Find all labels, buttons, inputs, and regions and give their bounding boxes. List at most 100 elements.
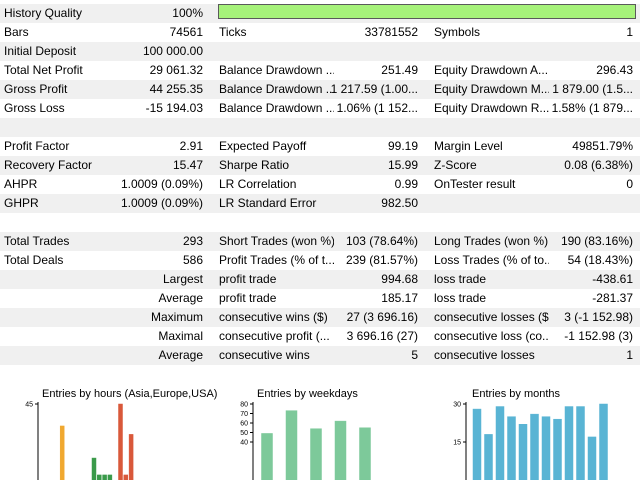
metric-value: Maximum — [150, 310, 203, 324]
chart-bar — [599, 403, 608, 480]
report-row — [0, 213, 640, 232]
metric-value: 982.50 — [381, 196, 418, 210]
metric-value: 1.0009 (0.09%) — [120, 177, 203, 191]
metric-value: 296.43 — [596, 63, 633, 77]
chart-plot: 45 — [25, 402, 134, 480]
chart-bar — [334, 420, 347, 480]
metric-value: Largest — [162, 272, 203, 286]
chart-bar — [310, 428, 322, 480]
chart-bar — [359, 427, 371, 480]
metric-value: 33781552 — [364, 25, 418, 39]
report-row: Maximal consecutive profit (... 3 696.16 (… — [0, 327, 640, 346]
metric-value: 15.47 — [172, 158, 203, 172]
report-row: Gross Loss -15 194.03 Balance Drawdown ...… — [0, 99, 640, 118]
y-tick-label: 50 — [240, 430, 248, 437]
chart-bar — [128, 434, 134, 480]
y-tick-label: 45 — [25, 402, 33, 409]
report-row: Bars 74561 Ticks 33781552 Symbols 1 — [0, 23, 640, 42]
report-row: Largest profit trade 994.68 loss trade -438.… — [0, 270, 640, 289]
y-tick-label: 30 — [453, 402, 461, 409]
chart-bar — [285, 410, 298, 480]
metric-value: -15 194.03 — [145, 101, 203, 115]
chart-bar — [541, 416, 551, 480]
metric-value: 1.0009 (0.09%) — [120, 196, 203, 210]
metric-value: Maximal — [158, 329, 203, 343]
history-quality-bar — [218, 4, 636, 19]
chart-bar — [107, 474, 113, 480]
metric-value: 1.58% (1 879... — [551, 101, 633, 115]
chart-bar — [261, 433, 273, 480]
metric-value: Average — [158, 348, 203, 362]
chart-plot: 80 70 60 50 40 — [240, 402, 371, 480]
metric-value: 251.49 — [381, 63, 418, 77]
chart-bar — [518, 424, 528, 480]
metric-value: 3 696.16 (27) — [346, 329, 418, 343]
metric-value: 1 217.59 (1.00... — [330, 82, 418, 96]
metric-value: 5 — [411, 348, 418, 362]
metric-value: 1 879.00 (1.5... — [552, 82, 633, 96]
metric-value: 99.19 — [387, 139, 418, 153]
metric-value: 27 (3 696.16) — [346, 310, 418, 324]
chart-entries-by-hours: Entries by hours (Asia,Europe,USA) 45 — [0, 384, 217, 480]
metric-value: -1 152.98 (3) — [564, 329, 633, 343]
metric-value: 44 255.35 — [149, 82, 203, 96]
chart-bar — [472, 408, 482, 480]
y-tick-label: 70 — [240, 411, 248, 418]
metric-value: 1 — [626, 348, 633, 362]
y-tick-label: 80 — [240, 402, 248, 409]
metric-value: 29 061.32 — [149, 63, 203, 77]
metric-value: 74561 — [169, 25, 203, 39]
metric-value: 2.91 — [179, 139, 203, 153]
report-row: GHPR 1.0009 (0.09%) LR Standard Error 982.5… — [0, 194, 640, 213]
y-tick-label: 15 — [453, 440, 461, 447]
report-row: Total Net Profit 29 061.32 Balance Drawdow… — [0, 61, 640, 80]
chart-bar — [118, 403, 123, 480]
metric-value: 1 — [626, 25, 633, 39]
chart-bar — [59, 425, 65, 480]
chart-bar — [102, 474, 107, 480]
metric-value: -281.37 — [592, 291, 633, 305]
chart-bar — [576, 406, 585, 480]
report-row: Total Trades 293 Short Trades (won %) 103 (… — [0, 232, 640, 251]
metric-value: 0.99 — [394, 177, 418, 191]
metric-value: 3 (-1 152.98) — [564, 310, 633, 324]
chart-bar — [91, 457, 97, 480]
metric-value: 994.68 — [381, 272, 418, 286]
metric-value: 0 — [626, 177, 633, 191]
metric-value: Average — [158, 291, 203, 305]
metric-value: -438.61 — [592, 272, 633, 286]
metric-value: 293 — [182, 234, 203, 248]
metric-value: 0.08 (6.38%) — [564, 158, 633, 172]
chart-bar — [530, 413, 539, 480]
y-tick-label: 60 — [240, 421, 248, 428]
report-row — [0, 118, 640, 137]
metric-value: 586 — [182, 253, 203, 267]
metric-value: 100% — [172, 6, 203, 20]
metric-value: 190 (83.16%) — [560, 234, 633, 248]
chart-bar — [587, 436, 597, 480]
chart-bar — [97, 474, 102, 480]
y-tick-label: 40 — [240, 440, 248, 447]
metric-value: 185.17 — [381, 291, 418, 305]
chart-bar — [507, 416, 516, 480]
chart-plot: 30 15 — [453, 402, 608, 480]
metric-value: 1.06% (1 152... — [336, 101, 418, 115]
report-row: Average consecutive wins 5 consecutive loss… — [0, 346, 640, 365]
chart-entries-by-months: Entries by months 30 15 — [426, 384, 640, 480]
report-row: AHPR 1.0009 (0.09%) LR Correlation 0.99 OnTe… — [0, 175, 640, 194]
report-row: Total Deals 586 Profit Trades (% of t... 23… — [0, 251, 640, 270]
metric-value: 239 (81.57%) — [345, 253, 418, 267]
chart-bar — [123, 474, 129, 480]
metric-value: 15.99 — [387, 158, 418, 172]
metric-value: 49851.79% — [572, 139, 633, 153]
chart-bar — [553, 418, 562, 480]
report-row: Gross Profit 44 255.35 Balance Drawdown ..… — [0, 80, 640, 99]
chart-bar — [495, 406, 505, 480]
chart-entries-by-weekdays: Entries by weekdays 80 70 60 50 40 — [213, 384, 426, 480]
report-row: Maximum consecutive wins ($) 27 (3 696.16)… — [0, 308, 640, 327]
metric-value: 100 000.00 — [142, 44, 203, 58]
chart-bar — [564, 406, 574, 480]
report-row: Average profit trade 185.17 loss trade -281.… — [0, 289, 640, 308]
metric-value: 54 (18.43%) — [567, 253, 633, 267]
report-row: Recovery Factor 15.47 Sharpe Ratio 15.99 Z-S… — [0, 156, 640, 175]
